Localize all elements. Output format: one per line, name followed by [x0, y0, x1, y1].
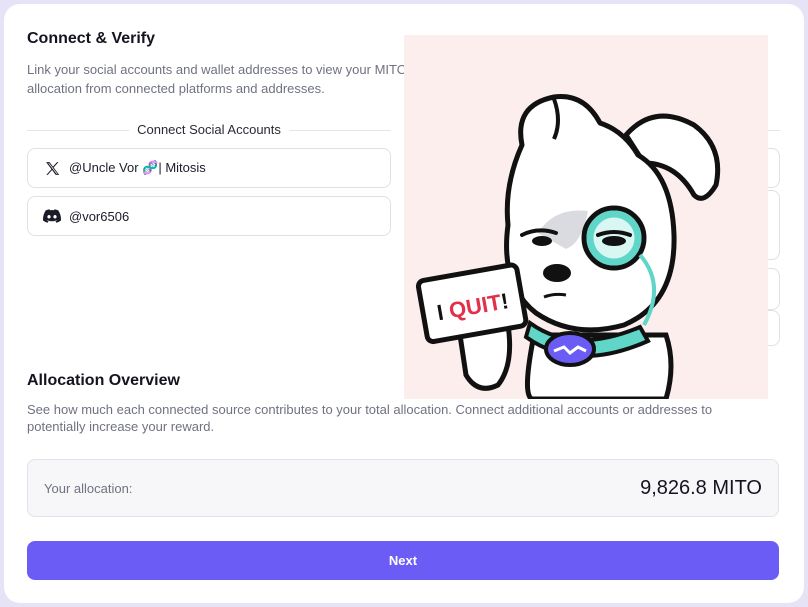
allocation-title: Allocation Overview — [27, 372, 180, 389]
next-button[interactable]: Next — [27, 541, 779, 580]
x-account-handle: @Uncle Vor 🧬| Mitosis — [69, 160, 206, 175]
allocation-subtitle: See how much each connected source contr… — [27, 402, 713, 434]
social-accounts-heading: Connect Social Accounts — [129, 122, 289, 137]
discord-account-handle: @vor6506 — [69, 208, 130, 224]
i-quit-dog-sticker: I QUIT! — [404, 35, 768, 399]
social-accounts-divider: Connect Social Accounts — [27, 120, 391, 140]
allocation-label: Your allocation: — [44, 481, 133, 496]
x-account-item[interactable]: @Uncle Vor 🧬| Mitosis — [27, 148, 391, 188]
x-logo-icon — [43, 159, 61, 177]
page-title: Connect & Verify — [27, 30, 156, 47]
page-subtitle: Link your social accounts and wallet add… — [27, 62, 407, 96]
discord-logo-icon — [43, 207, 61, 225]
allocation-summary: Your allocation: 9,826.8 MITO — [27, 459, 779, 517]
discord-account-item[interactable]: @vor6506 — [27, 196, 391, 236]
allocation-value: 9,826.8 MITO — [640, 477, 762, 499]
